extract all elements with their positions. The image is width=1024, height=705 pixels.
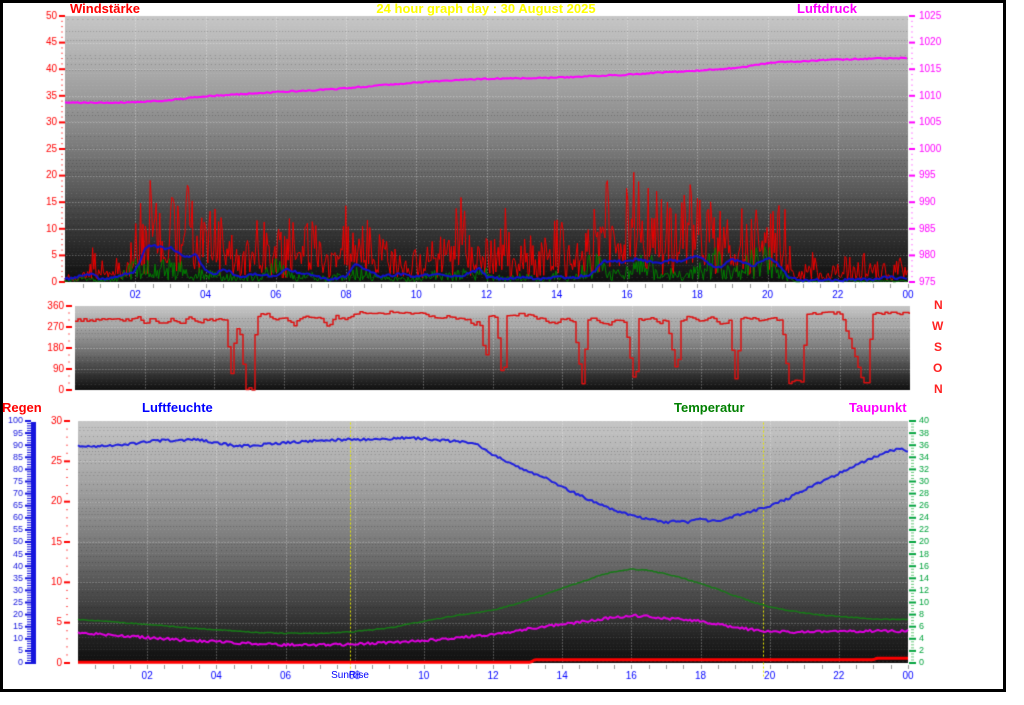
temperatur-section-label: Temperatur — [674, 401, 745, 414]
regen-section-label: Regen — [2, 401, 42, 414]
compass-letter-s: S — [934, 341, 942, 353]
luftdruck-section-label: Luftdruck — [797, 2, 857, 15]
compass-letter-o: O — [933, 362, 942, 374]
compass-letter-w: W — [932, 320, 943, 332]
sunrise-label: SunRise — [331, 671, 369, 681]
compass-letter-n-bottom: N — [934, 383, 943, 395]
luftfeuchte-section-label: Luftfeuchte — [142, 401, 213, 414]
windstaerke-section-label: Windstärke — [70, 2, 140, 15]
chart-title: 24 hour graph day : 30 August 2025 — [376, 2, 595, 15]
taupunkt-section-label: Taupunkt — [849, 401, 907, 414]
weather-chart-canvas — [3, 3, 1003, 689]
weather-graph-frame: Windstärke 24 hour graph day : 30 August… — [0, 0, 1006, 692]
compass-letter-n-top: N — [934, 299, 943, 311]
weather-graph-page: { "header": { "left_label": "Windstärke"… — [0, 0, 1024, 705]
